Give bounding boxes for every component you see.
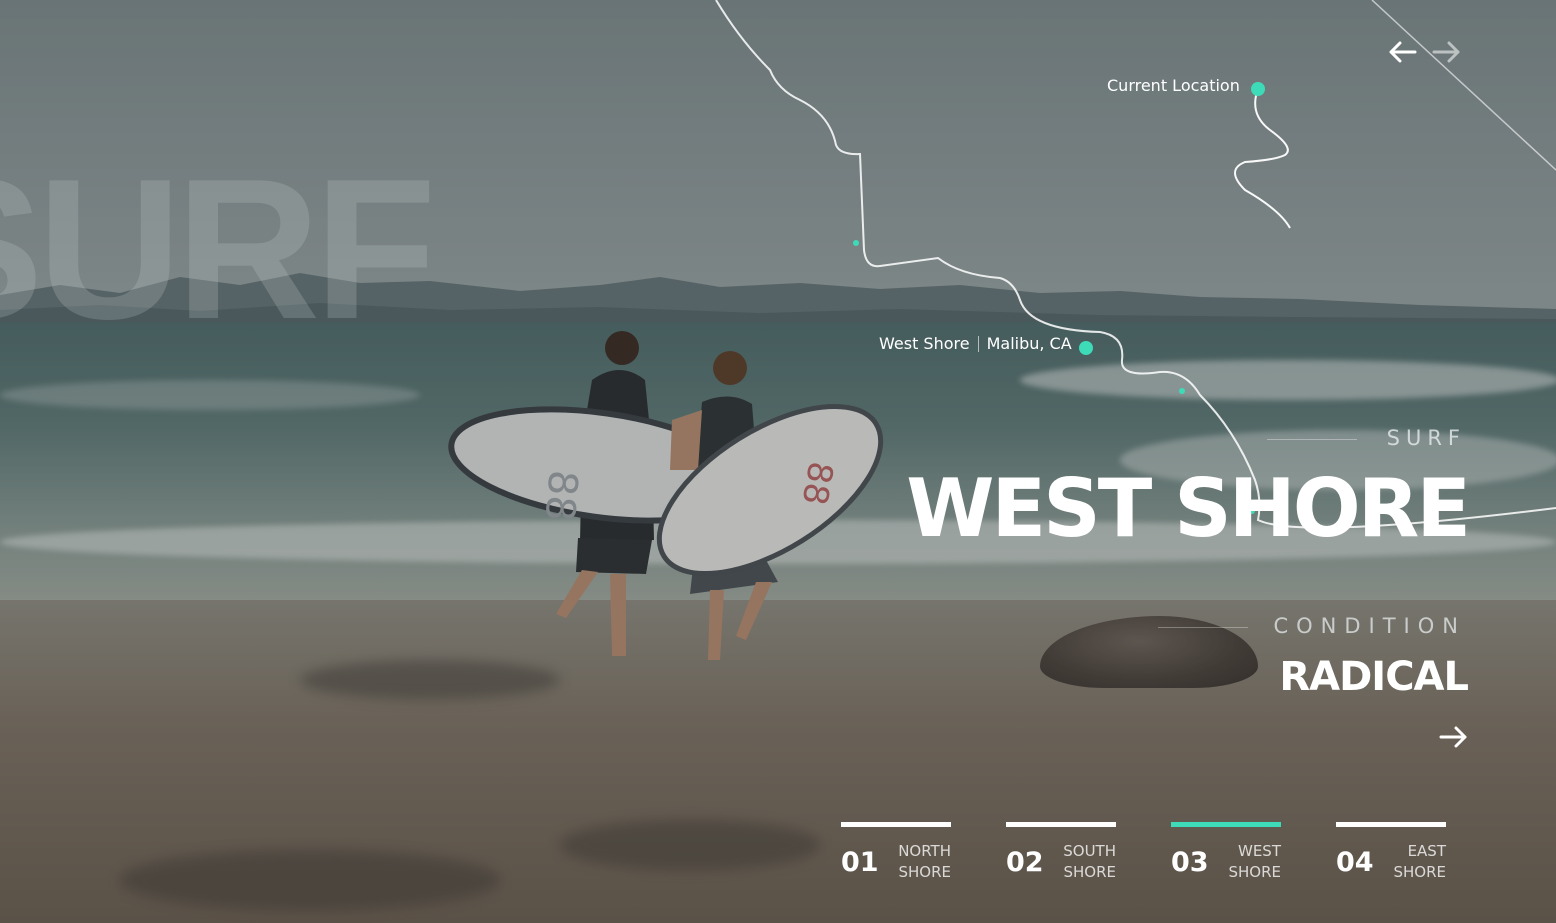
pager-number: 02 [1006, 847, 1044, 878]
pager-item-west-shore[interactable]: 03 WEST SHORE [1171, 822, 1281, 883]
pager-label: EAST SHORE [1393, 842, 1446, 881]
west-shore-marker: West Shore Malibu, CA [879, 334, 1072, 353]
current-location-label: Current Location [1107, 76, 1240, 95]
condition-value: RADICAL [1279, 654, 1469, 700]
pager-label: WEST SHORE [1228, 842, 1281, 881]
spot-title: WEST SHORE [906, 462, 1471, 555]
pager-indicator-active [1171, 822, 1281, 827]
marker-separator [977, 335, 979, 352]
pager-number: 01 [841, 847, 879, 878]
current-location-dot[interactable] [1251, 82, 1265, 96]
pager-item-south-shore[interactable]: 02 SOUTH SHORE [1006, 822, 1116, 883]
pager-indicator [841, 822, 951, 827]
pager-indicator [1006, 822, 1116, 827]
condition-divider [1158, 627, 1248, 628]
details-arrow-button[interactable] [1438, 722, 1470, 752]
category-label: SURF [1386, 426, 1466, 450]
spot-pagination: 01 NORTH SHORE 02 SOUTH SHORE 03 WEST SHORE… [841, 822, 1446, 883]
pager-number: 03 [1171, 847, 1209, 878]
pager-indicator [1336, 822, 1446, 827]
pager-label: SOUTH SHORE [1063, 842, 1116, 881]
next-arrow-button[interactable] [1429, 34, 1465, 70]
pager-number: 04 [1336, 847, 1374, 878]
pager-item-north-shore[interactable]: 01 NORTH SHORE [841, 822, 951, 883]
pager-label: NORTH SHORE [898, 842, 951, 881]
marker-spot-name: West Shore [879, 334, 970, 353]
route-waypoint-dot[interactable] [1179, 388, 1185, 394]
route-waypoint-dot[interactable] [853, 240, 859, 246]
pager-item-east-shore[interactable]: 04 EAST SHORE [1336, 822, 1446, 883]
prev-arrow-button[interactable] [1384, 34, 1420, 70]
west-shore-dot[interactable] [1079, 341, 1093, 355]
surf-divider [1267, 439, 1357, 440]
marker-spot-place: Malibu, CA [986, 334, 1072, 353]
arrow-right-icon [1439, 726, 1467, 748]
condition-label: CONDITION [1273, 614, 1466, 638]
watermark-text: SURF [0, 138, 436, 361]
arrow-left-icon [1389, 41, 1417, 63]
arrow-right-icon [1432, 41, 1460, 63]
